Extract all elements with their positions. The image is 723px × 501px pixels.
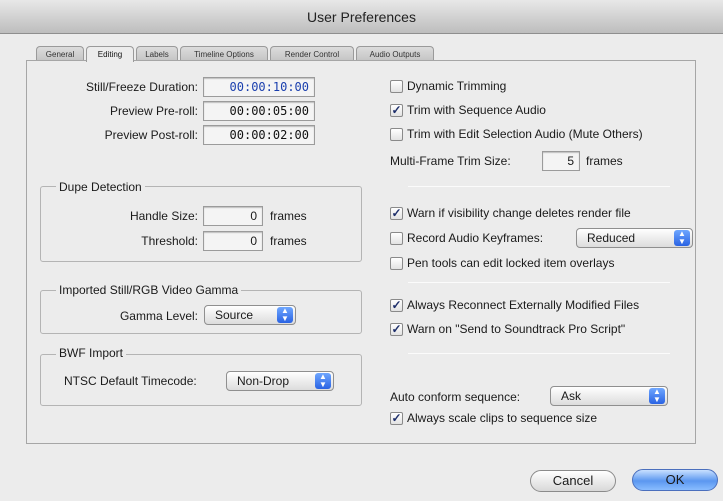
always-reconnect-checkbox[interactable]: ✓	[390, 299, 403, 312]
multi-frame-trim-unit: frames	[586, 154, 623, 168]
always-scale-checkbox[interactable]: ✓	[390, 412, 403, 425]
separator	[408, 186, 670, 187]
popup-arrows-icon: ▲ ▼	[315, 373, 331, 389]
ok-button[interactable]: OK	[632, 469, 718, 491]
record-keyframes-label: Record Audio Keyframes:	[407, 231, 544, 245]
handle-size-label: Handle Size:	[129, 209, 198, 223]
warn-visibility-label: Warn if visibility change deletes render…	[407, 206, 631, 220]
record-keyframes-checkbox[interactable]	[390, 232, 403, 245]
window-titlebar: User Preferences	[0, 0, 723, 34]
auto-conform-label: Auto conform sequence:	[390, 390, 521, 404]
gamma-level-popup[interactable]: Source ▲ ▼	[204, 305, 296, 325]
warn-visibility-checkbox[interactable]: ✓	[390, 207, 403, 220]
threshold-field[interactable]: 0	[203, 231, 263, 251]
record-keyframes-popup[interactable]: Reduced ▲ ▼	[576, 228, 693, 248]
postroll-field[interactable]: 00:00:02:00	[203, 125, 315, 145]
auto-conform-value: Ask	[561, 389, 582, 403]
still-duration-label: Still/Freeze Duration:	[85, 80, 198, 94]
ntsc-timecode-popup[interactable]: Non-Drop ▲ ▼	[226, 371, 334, 391]
bwf-title: BWF Import	[56, 346, 127, 360]
preroll-field[interactable]: 00:00:05:00	[203, 101, 315, 121]
trim-seq-audio-checkbox[interactable]: ✓	[390, 104, 403, 117]
popup-arrows-icon: ▲ ▼	[277, 307, 293, 323]
record-keyframes-value: Reduced	[587, 231, 636, 245]
dupe-detection-group	[40, 186, 362, 262]
multi-frame-trim-label: Multi-Frame Trim Size:	[390, 154, 511, 168]
threshold-label: Threshold:	[141, 234, 198, 248]
always-reconnect-label: Always Reconnect Externally Modified Fil…	[407, 298, 640, 312]
pen-tools-checkbox[interactable]	[390, 257, 403, 270]
gamma-level-label: Gamma Level:	[119, 309, 198, 323]
separator	[408, 353, 670, 354]
cancel-button[interactable]: Cancel	[530, 470, 616, 492]
gamma-level-value: Source	[215, 308, 254, 322]
auto-conform-popup[interactable]: Ask ▲ ▼	[550, 386, 668, 406]
multi-frame-trim-field[interactable]: 5	[542, 151, 580, 171]
handle-size-unit: frames	[270, 209, 307, 223]
threshold-unit: frames	[270, 234, 307, 248]
dynamic-trimming-checkbox[interactable]	[390, 80, 403, 93]
tab-timeline-options[interactable]: Timeline Options	[180, 46, 268, 61]
postroll-label: Preview Post-roll:	[104, 128, 198, 142]
warn-soundtrack-label: Warn on "Send to Soundtrack Pro Script"	[407, 322, 626, 336]
separator	[408, 282, 670, 283]
gamma-title: Imported Still/RGB Video Gamma	[56, 283, 242, 297]
trim-seq-audio-label: Trim with Sequence Audio	[407, 103, 546, 117]
preroll-label: Preview Pre-roll:	[109, 104, 198, 118]
trim-edit-selection-label: Trim with Edit Selection Audio (Mute Oth…	[407, 127, 643, 141]
tab-editing[interactable]: Editing	[86, 46, 134, 62]
dupe-detection-title: Dupe Detection	[56, 180, 145, 194]
tab-render-control[interactable]: Render Control	[270, 46, 354, 61]
window-title: User Preferences	[307, 9, 416, 25]
warn-soundtrack-checkbox[interactable]: ✓	[390, 323, 403, 336]
popup-arrows-icon: ▲ ▼	[649, 388, 665, 404]
handle-size-field[interactable]: 0	[203, 206, 263, 226]
dynamic-trimming-label: Dynamic Trimming	[407, 79, 507, 93]
trim-edit-selection-checkbox[interactable]	[390, 128, 403, 141]
tab-general[interactable]: General	[36, 46, 84, 61]
popup-arrows-icon: ▲ ▼	[674, 230, 690, 246]
ntsc-timecode-value: Non-Drop	[237, 374, 290, 388]
pen-tools-label: Pen tools can edit locked item overlays	[407, 256, 615, 270]
still-duration-field[interactable]: 00:00:10:00	[203, 77, 315, 97]
tab-labels[interactable]: Labels	[136, 46, 178, 61]
always-scale-label: Always scale clips to sequence size	[407, 411, 598, 425]
ntsc-timecode-label: NTSC Default Timecode:	[64, 374, 197, 388]
tab-audio-outputs[interactable]: Audio Outputs	[356, 46, 434, 61]
